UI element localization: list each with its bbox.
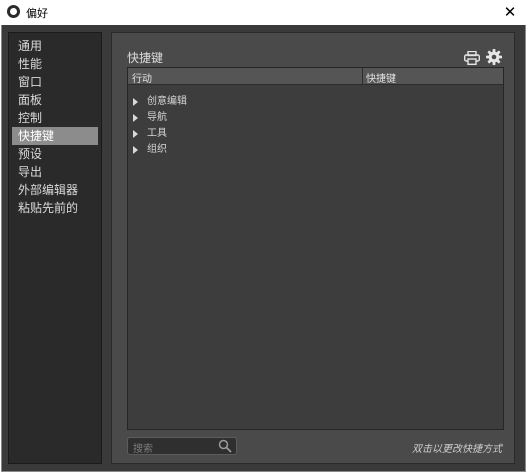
sidebar-item-shortcuts[interactable]: 快捷键	[12, 127, 98, 145]
sidebar-item-panel[interactable]: 面板	[12, 91, 98, 109]
expand-arrow-icon[interactable]	[133, 114, 138, 122]
sidebar-item-paste-previous[interactable]: 粘贴先前的	[12, 199, 98, 217]
app-icon	[7, 5, 20, 18]
sidebar-item-presets[interactable]: 预设	[12, 145, 98, 163]
column-header-shortcut[interactable]: 快捷键	[366, 70, 396, 85]
search-placeholder: 搜索	[133, 444, 153, 455]
sidebar-item-window[interactable]: 窗口	[12, 73, 98, 91]
tree-row-navigation[interactable]: 导航	[128, 110, 503, 126]
sidebar-item-general[interactable]: 通用	[12, 37, 98, 55]
gear-icon[interactable]	[486, 49, 502, 65]
tree-row-label: 导航	[147, 112, 167, 123]
expand-arrow-icon[interactable]	[133, 130, 138, 138]
tree-row-organize[interactable]: 组织	[128, 142, 503, 158]
panel-title: 快捷键	[127, 51, 164, 65]
tree-row-label: 创意编辑	[147, 96, 187, 107]
change-shortcut-hint: 双击以更改快捷方式	[412, 444, 502, 455]
expand-arrow-icon[interactable]	[133, 146, 138, 154]
window-title: 偏好	[26, 8, 48, 20]
tree-row-label: 组织	[147, 144, 167, 155]
sidebar-item-export[interactable]: 导出	[12, 163, 98, 181]
sidebar-item-controls[interactable]: 控制	[12, 109, 98, 127]
window-content: 通用 性能 窗口 面板 控制 快捷键 预设 导出 外部编辑器 粘贴先前的 快捷键	[1, 25, 526, 472]
close-button[interactable]: ✕	[499, 2, 521, 22]
preferences-sidebar: 通用 性能 窗口 面板 控制 快捷键 预设 导出 外部编辑器 粘贴先前的	[8, 32, 102, 464]
tree-row-creative-editing[interactable]: 创意编辑	[128, 94, 503, 110]
title-bar: 偏好 ✕	[0, 0, 527, 25]
sidebar-item-external-editor[interactable]: 外部编辑器	[12, 181, 98, 199]
tree-row-tools[interactable]: 工具	[128, 126, 503, 142]
table-header: 行动 快捷键	[128, 68, 503, 85]
search-input[interactable]: 搜索	[127, 437, 237, 455]
column-header-action[interactable]: 行动	[132, 70, 152, 85]
shortcuts-panel: 快捷键 行动 快捷键 创意编辑 导航 工具 组织 搜索 双击以更改快捷方式	[111, 32, 515, 464]
tree-row-label: 工具	[147, 128, 167, 139]
search-icon[interactable]	[218, 439, 232, 453]
column-divider[interactable]	[362, 68, 363, 85]
expand-arrow-icon[interactable]	[133, 98, 138, 106]
shortcuts-table: 行动 快捷键 创意编辑 导航 工具 组织	[127, 67, 504, 430]
sidebar-item-performance[interactable]: 性能	[12, 55, 98, 73]
printer-icon[interactable]	[464, 51, 480, 65]
